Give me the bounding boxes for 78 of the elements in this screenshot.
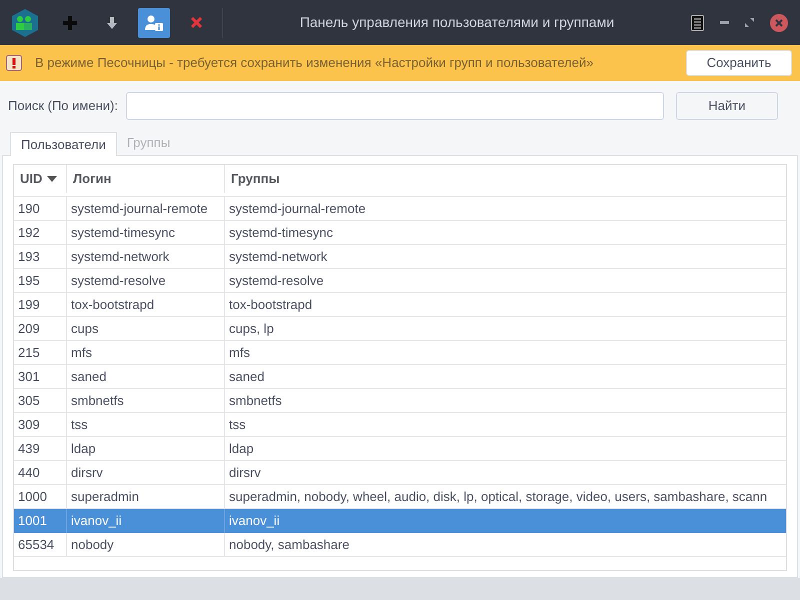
table-row[interactable]: 215 mfs mfs: [14, 341, 786, 365]
table-cell-text: systemd-timesync: [71, 224, 176, 242]
table-cell-text: cups: [71, 320, 98, 338]
find-button[interactable]: Найти: [676, 92, 778, 120]
table-cell-text: 309: [18, 416, 40, 434]
column-header[interactable]: UID: [20, 169, 42, 189]
table-cell-text: 192: [18, 224, 40, 242]
table-cell-text: 1001: [18, 512, 47, 530]
table-cell-text: smbnetfs: [71, 392, 124, 410]
table-cell-text: systemd-journal-remote: [71, 200, 208, 218]
search-label: Поиск (По имени):: [8, 97, 118, 116]
table-cell-text: smbnetfs: [229, 392, 282, 410]
maximize-icon[interactable]: [745, 18, 754, 27]
table-cell-text: mfs: [229, 344, 250, 362]
table-cell-text: 215: [18, 344, 40, 362]
table-cell-text: dirsrv: [229, 464, 261, 482]
save-button[interactable]: Сохранить: [686, 50, 792, 76]
table-cell-text: 301: [18, 368, 40, 386]
table-cell-text: superadmin, nobody, wheel, audio, disk, lp, optical, storage, video, users, sambashare, scann: [229, 488, 768, 506]
table-cell-text: 193: [18, 248, 40, 266]
table-cell-text: systemd-timesync: [229, 224, 334, 242]
table-cell-text: cups, lp: [229, 320, 274, 338]
table-cell-text: systemd-resolve: [229, 272, 324, 290]
table-cell-text: systemd-resolve: [71, 272, 166, 290]
table-row[interactable]: 305 smbnetfs smbnetfs: [14, 389, 786, 413]
table-cell-text: mfs: [71, 344, 92, 362]
table-row[interactable]: 193 systemd-network systemd-network: [14, 245, 786, 269]
table-cell-text: 209: [18, 320, 40, 338]
close-icon[interactable]: [770, 14, 788, 32]
table-row[interactable]: 309 tss tss: [14, 413, 786, 437]
table-cell-text: tss: [229, 416, 246, 434]
table-cell-text: saned: [71, 368, 106, 386]
table-row[interactable]: 209 cups cups, lp: [14, 317, 786, 341]
table-row[interactable]: 192 systemd-timesync systemd-timesync: [14, 221, 786, 245]
table-row[interactable]: 190 systemd-journal-remote systemd-journal-remote: [14, 197, 786, 221]
table-row[interactable]: 195 systemd-resolve systemd-resolve: [14, 269, 786, 293]
log-icon[interactable]: [691, 14, 704, 30]
column-header[interactable]: Группы: [231, 169, 280, 189]
table-cell-text: ivanov_ii: [71, 512, 122, 530]
table-cell-text: 65534: [18, 536, 54, 554]
table-cell-text: ivanov_ii: [229, 512, 280, 530]
table-cell-text: systemd-journal-remote: [229, 200, 366, 218]
warning-icon: [6, 55, 22, 71]
table-row[interactable]: 199 tox-bootstrapd tox-bootstrapd: [14, 293, 786, 317]
table-cell-text: 190: [18, 200, 40, 218]
table-cell-text: 305: [18, 392, 40, 410]
table-row[interactable]: 65534 nobody nobody, sambashare: [14, 533, 786, 557]
plus-icon: [62, 14, 78, 30]
tab[interactable]: Пользователи: [10, 132, 117, 156]
table-cell-text: dirsrv: [71, 464, 103, 482]
table-cell-text: tox-bootstrapd: [229, 296, 312, 314]
app-logo-icon: [12, 8, 38, 36]
table-cell-text: superadmin: [71, 488, 139, 506]
table-cell-text: tox-bootstrapd: [71, 296, 154, 314]
table-cell-text: 1000: [18, 488, 47, 506]
table-cell-text: 439: [18, 440, 40, 458]
table-cell-text: tss: [71, 416, 88, 434]
search-field[interactable]: [126, 92, 664, 120]
table-cell-text: ldap: [229, 440, 254, 458]
table-cell-text: 195: [18, 272, 40, 290]
table-row[interactable]: 440 dirsrv dirsrv: [14, 461, 786, 485]
table-row[interactable]: 301 saned saned: [14, 365, 786, 389]
table-cell-text: saned: [229, 368, 264, 386]
table-cell-text: nobody: [71, 536, 114, 554]
toolbar-button[interactable]: [138, 8, 170, 38]
cross-icon: [190, 17, 202, 28]
down-arrow-icon: [107, 16, 117, 28]
table-cell-text: systemd-network: [229, 248, 328, 266]
table-cell-text: nobody, sambashare: [229, 536, 350, 554]
warning-message: В режиме Песочницы - требуется сохранить изменения «Настройки групп и пользователей»: [35, 54, 594, 72]
table-cell-text: systemd-network: [71, 248, 170, 266]
user-info-icon: [145, 14, 163, 30]
window-title: Панель управления пользователями и группами: [298, 13, 616, 32]
table-cell-text: 199: [18, 296, 40, 314]
table-row[interactable]: 439 ldap ldap: [14, 437, 786, 461]
table-cell-text: ldap: [71, 440, 96, 458]
column-header[interactable]: Логин: [73, 169, 112, 189]
table-cell-text: 440: [18, 464, 40, 482]
